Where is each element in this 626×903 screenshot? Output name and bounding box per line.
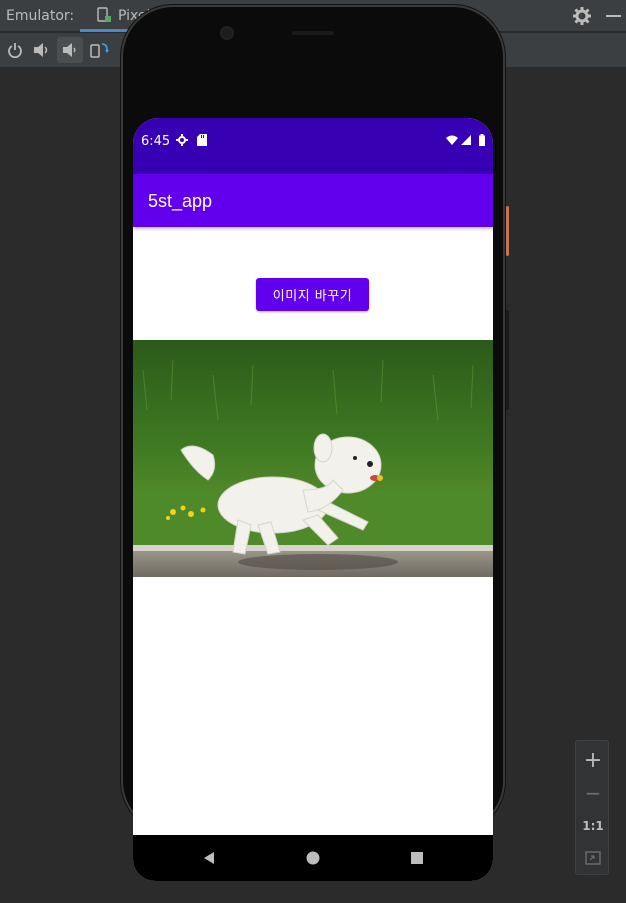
back-icon[interactable]	[201, 850, 217, 866]
battery-icon	[479, 134, 485, 146]
status-bar: 6:45	[133, 118, 493, 174]
sd-card-icon	[197, 134, 207, 146]
zoom-controls: + − 1:1	[575, 740, 609, 875]
gear-icon[interactable]	[572, 6, 592, 26]
change-image-button[interactable]: 이미지 바꾸기	[256, 278, 369, 311]
front-camera	[220, 26, 234, 40]
dog-image	[133, 340, 493, 577]
zoom-out-button[interactable]: −	[576, 777, 610, 809]
fit-screen-icon[interactable]	[576, 842, 610, 874]
minimize-icon[interactable]	[606, 15, 621, 17]
navigation-bar	[133, 835, 493, 881]
settings-notification-icon	[176, 134, 188, 146]
volume-side-button[interactable]	[506, 310, 509, 410]
zoom-in-button[interactable]: +	[576, 744, 610, 776]
rotate-left-icon[interactable]	[86, 37, 112, 63]
zoom-one-to-one-button[interactable]: 1:1	[576, 810, 610, 842]
power-side-button[interactable]	[506, 206, 509, 256]
app-bar: 5st_app	[133, 174, 493, 227]
home-icon[interactable]	[305, 850, 321, 866]
signal-icon	[461, 135, 471, 145]
overview-icon[interactable]	[409, 850, 425, 866]
panel-label: Emulator:	[6, 8, 75, 24]
device-icon	[97, 7, 111, 22]
volume-up-icon[interactable]	[29, 37, 55, 63]
earpiece-speaker	[292, 31, 334, 35]
wifi-icon	[446, 135, 458, 145]
status-time: 6:45	[141, 134, 171, 149]
dog-photo	[133, 340, 493, 577]
power-icon[interactable]	[2, 37, 28, 63]
app-title: 5st_app	[148, 191, 213, 211]
device-screen[interactable]: 6:45 5st_app 이미지 바꾸기	[133, 118, 493, 881]
volume-down-icon[interactable]	[57, 37, 83, 63]
